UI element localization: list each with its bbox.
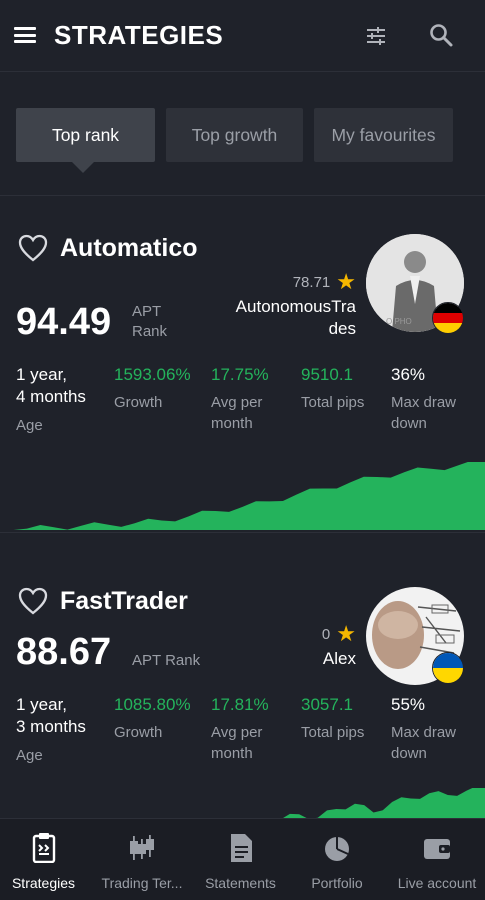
nav-label: Strategies <box>11 875 76 891</box>
app-bar: STRATEGIES <box>0 0 485 72</box>
apt-rank-label: APT Rank <box>132 303 168 340</box>
author-name[interactable]: AutonomousTra des <box>236 296 356 340</box>
age-label: Age <box>16 417 43 434</box>
total-pips-label: Total pips <box>301 394 365 411</box>
avg-month-value: 17.75% <box>211 365 269 384</box>
total-pips-value: 3057.1 <box>301 695 353 714</box>
tab-bar: Top rank Top growth My favourites <box>0 72 485 196</box>
max-drawdown-value: 36% <box>391 365 426 384</box>
growth-label: Growth <box>114 724 163 741</box>
author-rating: 0 ★ <box>321 621 356 646</box>
apt-rank-value: 94.49 <box>16 301 112 343</box>
nav-portfolio[interactable]: Portfolio <box>291 819 383 900</box>
wallet-icon <box>423 833 451 863</box>
age-value: 1 year, 4 months <box>16 365 86 406</box>
strategy-card[interactable]: Automatico 94.49 APT Rank 78.71 ★ Autonomo… <box>0 197 485 530</box>
star-icon: ★ <box>336 269 356 294</box>
strategy-name[interactable]: Automatico <box>60 234 198 263</box>
candlestick-icon <box>128 833 156 863</box>
svg-text:O PHO: O PHO <box>386 317 412 326</box>
growth-value: 1593.06% <box>114 365 191 384</box>
apt-rank-label: APT Rank <box>132 652 201 669</box>
total-pips-value: 9510.1 <box>301 365 353 384</box>
nav-label: Live account <box>397 875 477 891</box>
max-drawdown-value: 55% <box>391 695 426 714</box>
ukraine-flag-icon <box>432 652 464 684</box>
avg-month-label: Avg per month <box>211 394 263 432</box>
author-name[interactable]: Alex <box>323 648 356 670</box>
equity-chart <box>0 462 485 530</box>
avg-month-label: Avg per month <box>211 724 263 762</box>
apt-rank-value: 88.67 <box>16 631 112 673</box>
max-drawdown-label: Max draw down <box>391 394 457 432</box>
nav-label: Portfolio <box>311 875 363 891</box>
total-pips-label: Total pips <box>301 724 365 741</box>
nav-label: Trading Ter... <box>101 875 183 891</box>
equity-area-1 <box>0 462 485 530</box>
author-rating: 78.71 ★ <box>292 269 356 294</box>
star-icon: ★ <box>336 621 356 646</box>
search-icon[interactable] <box>428 22 454 48</box>
avg-month-value: 17.81% <box>211 695 269 714</box>
document-icon <box>227 833 255 863</box>
strategy-name[interactable]: FastTrader <box>60 587 188 616</box>
growth-label: Growth <box>114 394 163 411</box>
strategy-card[interactable]: FastTrader 88.67 APT Rank 0 ★ Alex 1 year… <box>0 533 485 823</box>
favourite-heart-icon[interactable] <box>18 234 48 262</box>
germany-flag-icon <box>432 302 464 334</box>
bottom-navigation: Strategies Trading Ter... Statements Por… <box>0 818 485 900</box>
nav-live-account[interactable]: Live account <box>389 819 485 900</box>
tab-top-growth[interactable]: Top growth <box>166 108 303 162</box>
favourite-heart-icon[interactable] <box>18 587 48 615</box>
nav-trading-terminal[interactable]: Trading Ter... <box>87 819 197 900</box>
menu-icon[interactable] <box>14 27 36 43</box>
growth-value: 1085.80% <box>114 695 191 714</box>
tab-top-rank[interactable]: Top rank <box>16 108 155 162</box>
active-tab-pointer <box>72 162 94 173</box>
age-value: 1 year, 3 months <box>16 695 86 736</box>
nav-statements[interactable]: Statements <box>197 819 284 900</box>
page-title: STRATEGIES <box>54 20 224 50</box>
max-drawdown-label: Max draw down <box>391 724 457 762</box>
nav-label: Statements <box>205 875 276 891</box>
pie-chart-icon <box>323 833 351 863</box>
strategies-icon <box>30 833 58 864</box>
tab-my-favourites[interactable]: My favourites <box>314 108 453 162</box>
age-label: Age <box>16 747 43 764</box>
nav-strategies[interactable]: Strategies <box>0 819 87 900</box>
filter-icon[interactable] <box>364 24 388 48</box>
